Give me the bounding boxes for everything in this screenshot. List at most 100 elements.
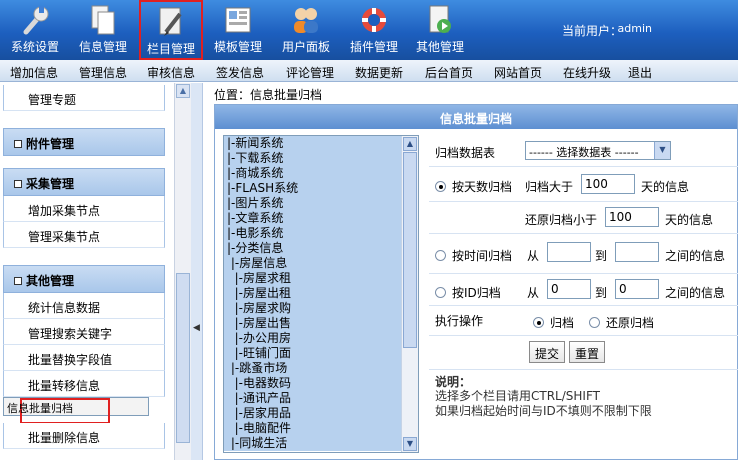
top-toolbar: 系统设置 信息管理 栏目管理 模板管理 用户面板 插件管理 其他管理 当前用户：… bbox=[0, 0, 738, 60]
section-title: 附件管理 bbox=[26, 137, 75, 151]
menu-bar: 增加信息 管理信息 审核信息 签发信息 评论管理 数据更新 后台首页 网站首页 … bbox=[0, 60, 738, 82]
category-option[interactable]: |-FLASH系统 bbox=[224, 181, 402, 196]
by-id-radio[interactable] bbox=[435, 287, 446, 298]
menu-online-upgrade[interactable]: 在线升级 bbox=[563, 64, 611, 81]
plugin-manage-button[interactable]: 插件管理 bbox=[343, 0, 405, 60]
reset-button[interactable]: 重置 bbox=[569, 341, 606, 363]
sidebar-scrollbar[interactable]: ▲ bbox=[174, 83, 191, 460]
scroll-up-icon[interactable]: ▲ bbox=[403, 137, 417, 151]
menu-admin-home[interactable]: 后台首页 bbox=[425, 64, 473, 81]
menu-logout[interactable]: 退出 bbox=[628, 64, 652, 81]
user-panel-button[interactable]: 用户面板 bbox=[275, 0, 337, 60]
by-time-radio[interactable] bbox=[435, 250, 446, 261]
submit-button[interactable]: 提交 bbox=[529, 341, 566, 363]
category-option[interactable]: |-图片系统 bbox=[224, 196, 402, 211]
category-option[interactable]: |-旺铺门面 bbox=[224, 346, 402, 361]
menu-comment-manage[interactable]: 评论管理 bbox=[286, 64, 334, 81]
sidebar-item-batch-delete[interactable]: 批量删除信息 bbox=[3, 423, 165, 449]
menu-review-info[interactable]: 审核信息 bbox=[147, 64, 195, 81]
category-option[interactable]: |-房屋出售 bbox=[224, 316, 402, 331]
section-collect[interactable]: 采集管理 bbox=[3, 168, 165, 196]
id-from-input[interactable]: 0 bbox=[547, 279, 591, 299]
toolbar-label: 系统设置 bbox=[10, 40, 59, 54]
sidebar-item-batch-archive[interactable]: 信息批量归档 bbox=[3, 397, 149, 424]
category-option[interactable]: |-房屋出租 bbox=[224, 286, 402, 301]
other-manage-button[interactable]: 其他管理 bbox=[409, 0, 471, 60]
days-suffix-2: 天的信息 bbox=[665, 213, 714, 227]
scroll-thumb[interactable] bbox=[403, 152, 417, 348]
category-option[interactable]: |-新闻系统 bbox=[224, 136, 402, 151]
scroll-thumb[interactable] bbox=[176, 273, 190, 443]
op-restore-label: 还原归档 bbox=[606, 316, 655, 330]
template-manage-button[interactable]: 模板管理 bbox=[207, 0, 269, 60]
sidebar-item-label: 管理采集节点 bbox=[28, 230, 101, 244]
days-lt-input[interactable]: 100 bbox=[605, 207, 659, 227]
scroll-up-icon[interactable]: ▲ bbox=[176, 84, 190, 98]
time-to-input[interactable] bbox=[615, 242, 659, 262]
category-listbox[interactable]: |-新闻系统 |-下载系统 |-商城系统 |-FLASH系统 |-图片系统 |-文章系统 |… bbox=[223, 135, 419, 453]
category-option[interactable]: |-房屋求购 bbox=[224, 301, 402, 316]
column-manage-button[interactable]: 栏目管理 bbox=[139, 0, 203, 60]
op-archive-radio[interactable] bbox=[533, 317, 544, 328]
breadcrumb: 位置：信息批量归档 bbox=[214, 88, 323, 102]
sidebar-item-batch-move[interactable]: 批量转移信息 bbox=[3, 371, 165, 397]
sidebar-item-batch-replace[interactable]: 批量替换字段值 bbox=[3, 345, 165, 371]
section-other[interactable]: 其他管理 bbox=[3, 265, 165, 293]
sidebar-item-manage-collect-node[interactable]: 管理采集节点 bbox=[3, 222, 165, 248]
category-option[interactable]: |-电器数码 bbox=[224, 376, 402, 391]
sidebar-item-search-keywords[interactable]: 管理搜索关键字 bbox=[3, 319, 165, 345]
days-suffix-1: 天的信息 bbox=[641, 180, 690, 194]
info-manage-button[interactable]: 信息管理 bbox=[72, 0, 134, 60]
op-restore-radio[interactable] bbox=[589, 317, 600, 328]
menu-site-home[interactable]: 网站首页 bbox=[494, 64, 542, 81]
sidebar-item-stats[interactable]: 统计信息数据 bbox=[3, 293, 165, 319]
id-to-label: 到 bbox=[595, 286, 608, 300]
section-attachment[interactable]: 附件管理 bbox=[3, 128, 165, 156]
category-list: |-新闻系统 |-下载系统 |-商城系统 |-FLASH系统 |-图片系统 |-文章系统 |… bbox=[224, 136, 402, 451]
category-option[interactable]: |-同城生活 bbox=[224, 436, 402, 451]
by-days-radio[interactable] bbox=[435, 181, 446, 192]
lifebuoy-icon bbox=[362, 8, 386, 32]
category-option[interactable]: |-办公用房 bbox=[224, 331, 402, 346]
template-icon bbox=[225, 7, 251, 33]
sidebar-item-label: 批量转移信息 bbox=[28, 379, 101, 393]
note-line-2: 如果归档起始时间与ID不填则不限制下限 bbox=[435, 404, 652, 418]
category-option[interactable]: |-分类信息 bbox=[224, 241, 402, 256]
category-option[interactable]: |-下载系统 bbox=[224, 151, 402, 166]
sidebar-splitter[interactable]: ◀ bbox=[191, 83, 203, 460]
table-select[interactable]: ------ 选择数据表 ------ ▼ bbox=[525, 141, 671, 160]
sidebar-item-add-collect-node[interactable]: 增加采集节点 bbox=[3, 196, 165, 222]
current-user-name: admin bbox=[617, 22, 652, 35]
category-option[interactable]: |-居家用品 bbox=[224, 406, 402, 421]
category-option[interactable]: |-房屋求租 bbox=[224, 271, 402, 286]
category-option[interactable]: |-电影系统 bbox=[224, 226, 402, 241]
category-option[interactable]: |-通讯产品 bbox=[224, 391, 402, 406]
panel-title: 信息批量归档 bbox=[215, 105, 737, 129]
menu-sign-info[interactable]: 签发信息 bbox=[216, 64, 264, 81]
archive-panel: 信息批量归档 |-新闻系统 |-下载系统 |-商城系统 |-FLASH系统 |-图片系统… bbox=[214, 104, 738, 460]
category-option[interactable]: |-电脑配件 bbox=[224, 421, 402, 436]
category-option[interactable]: |-跳蚤市场 bbox=[224, 361, 402, 376]
days-gt-input[interactable]: 100 bbox=[581, 174, 635, 194]
time-from-input[interactable] bbox=[547, 242, 591, 262]
sidebar-item-manage-topics[interactable]: 管理专题 bbox=[3, 85, 165, 111]
category-option[interactable]: |-房屋信息 bbox=[224, 256, 402, 271]
category-option[interactable]: |-商城系统 bbox=[224, 166, 402, 181]
listbox-scrollbar[interactable]: ▲ ▼ bbox=[401, 136, 418, 452]
id-to-input[interactable]: 0 bbox=[615, 279, 659, 299]
menu-add-info[interactable]: 增加信息 bbox=[10, 64, 58, 81]
collapse-left-icon[interactable]: ◀ bbox=[193, 323, 200, 333]
left-sidebar: 管理专题 附件管理 采集管理 增加采集节点 管理采集节点 其他管理 统计信息数据… bbox=[0, 83, 172, 460]
time-from-label: 从 bbox=[527, 249, 540, 263]
sidebar-item-label: 批量删除信息 bbox=[28, 431, 101, 445]
system-settings-button[interactable]: 系统设置 bbox=[4, 0, 66, 60]
table-label: 归档数据表 bbox=[435, 146, 496, 160]
toolbar-label: 其他管理 bbox=[415, 40, 464, 54]
toolbar-label: 信息管理 bbox=[78, 40, 127, 54]
menu-data-update[interactable]: 数据更新 bbox=[355, 64, 403, 81]
category-option[interactable]: |-文章系统 bbox=[224, 211, 402, 226]
exec-label: 执行操作 bbox=[435, 314, 484, 328]
menu-manage-info[interactable]: 管理信息 bbox=[79, 64, 127, 81]
scroll-down-icon[interactable]: ▼ bbox=[403, 437, 417, 451]
documents-icon bbox=[91, 5, 115, 35]
